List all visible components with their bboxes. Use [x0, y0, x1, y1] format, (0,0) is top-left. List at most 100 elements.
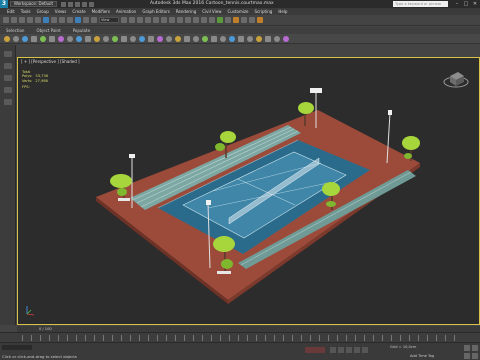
- redo-icon[interactable]: [11, 17, 17, 23]
- add-time-tag[interactable]: Add Time Tag: [410, 354, 434, 358]
- menu-group[interactable]: Group: [34, 9, 52, 14]
- light-icon[interactable]: [22, 35, 28, 42]
- pivot-center-icon[interactable]: [121, 17, 127, 23]
- clone-icon[interactable]: [202, 35, 208, 42]
- tennis-court-scene[interactable]: [18, 58, 480, 325]
- effects-icon[interactable]: [265, 35, 271, 42]
- keyboard-shortcut-icon[interactable]: [137, 17, 143, 23]
- align-icon[interactable]: [193, 17, 199, 23]
- menu-scripting[interactable]: Scripting: [252, 9, 276, 14]
- next-frame-icon[interactable]: [354, 347, 360, 353]
- go-to-end-icon[interactable]: [362, 347, 368, 353]
- render-icon[interactable]: [247, 35, 253, 42]
- zoom-all-icon[interactable]: [472, 345, 478, 351]
- timeline-track[interactable]: [0, 332, 480, 342]
- maximize-viewport-icon[interactable]: [472, 353, 478, 359]
- filter-icon[interactable]: [3, 75, 12, 81]
- play-icon[interactable]: [346, 347, 352, 353]
- cylinder-icon[interactable]: [13, 35, 19, 42]
- select-manipulate-icon[interactable]: [129, 17, 135, 23]
- undo-icon[interactable]: [3, 17, 9, 23]
- bind-space-warp-icon[interactable]: [35, 17, 41, 23]
- hide-icon[interactable]: [157, 35, 163, 42]
- save-file-icon[interactable]: [75, 1, 81, 7]
- app-logo-icon[interactable]: 3: [0, 0, 8, 8]
- open-file-icon[interactable]: [68, 1, 74, 7]
- link-icon[interactable]: [19, 17, 25, 23]
- scale-icon[interactable]: [91, 17, 97, 23]
- spacing-icon[interactable]: [193, 35, 199, 42]
- zoom-icon[interactable]: [464, 345, 470, 351]
- menu-edit[interactable]: Edit: [4, 9, 18, 14]
- motion-icon[interactable]: [112, 35, 118, 42]
- maximize-button[interactable]: □: [463, 1, 469, 7]
- move-icon[interactable]: [75, 17, 81, 23]
- rotate-icon[interactable]: [83, 17, 89, 23]
- snaps-toggle-icon[interactable]: [145, 17, 151, 23]
- menu-customize[interactable]: Customize: [225, 9, 252, 14]
- visibility-icon[interactable]: [3, 99, 12, 105]
- menu-rendering[interactable]: Rendering: [173, 9, 199, 14]
- previous-frame-icon[interactable]: [338, 347, 344, 353]
- shape-icon[interactable]: [67, 35, 73, 42]
- workspace-dropdown[interactable]: Workspace: Default: [10, 1, 58, 7]
- minimize-button[interactable]: –: [454, 1, 460, 7]
- snapshot-icon[interactable]: [175, 35, 181, 42]
- attach-icon[interactable]: [220, 35, 226, 42]
- environment-icon[interactable]: [256, 35, 262, 42]
- menu-views[interactable]: Views: [52, 9, 70, 14]
- preview-icon[interactable]: [283, 35, 289, 42]
- reference-coordinate-dropdown[interactable]: View: [99, 17, 119, 23]
- layer-explorer-icon[interactable]: [201, 17, 207, 23]
- auto-key-button[interactable]: [305, 347, 325, 353]
- menu-modifiers[interactable]: Modifiers: [89, 9, 113, 14]
- redo-icon[interactable]: [89, 1, 95, 7]
- tab-selection[interactable]: Selection: [6, 28, 24, 33]
- material-icon[interactable]: [229, 35, 235, 42]
- mirror-icon[interactable]: [185, 17, 191, 23]
- tab-populate[interactable]: Populate: [73, 28, 90, 33]
- sort-icon[interactable]: [3, 87, 12, 93]
- new-file-icon[interactable]: [61, 1, 67, 7]
- ribbon-toggle-icon[interactable]: [209, 17, 215, 23]
- scene-explorer-icon[interactable]: [3, 51, 12, 57]
- menu-animation[interactable]: Animation: [113, 9, 139, 14]
- material-editor-icon[interactable]: [233, 17, 239, 23]
- space-warp-icon[interactable]: [76, 35, 82, 42]
- schematic-view-icon[interactable]: [225, 17, 231, 23]
- isolate-icon[interactable]: [139, 35, 145, 42]
- view-cube[interactable]: [443, 72, 469, 88]
- search-input[interactable]: Type a keyword or phrase: [393, 1, 448, 7]
- maxscript-listener[interactable]: [2, 345, 32, 350]
- helper-icon[interactable]: [40, 35, 46, 42]
- selection-region-icon[interactable]: [59, 17, 65, 23]
- system-icon[interactable]: [85, 35, 91, 42]
- close-button[interactable]: ✕: [472, 1, 478, 7]
- orbit-icon[interactable]: [464, 353, 470, 359]
- camera-icon[interactable]: [31, 35, 37, 42]
- menu-tools[interactable]: Tools: [18, 9, 34, 14]
- menu-create[interactable]: Create: [69, 9, 88, 14]
- hierarchy-icon[interactable]: [103, 35, 109, 42]
- box-icon[interactable]: [49, 35, 55, 42]
- layer-icon[interactable]: [3, 63, 12, 69]
- render-setup-icon[interactable]: [241, 17, 247, 23]
- select-object-icon[interactable]: [43, 17, 49, 23]
- display-icon[interactable]: [121, 35, 127, 42]
- unhide-icon[interactable]: [166, 35, 172, 42]
- sphere-icon[interactable]: [4, 35, 10, 42]
- render-production-icon[interactable]: [257, 17, 263, 23]
- freeze-icon[interactable]: [148, 35, 154, 42]
- named-selection-icon[interactable]: [177, 17, 183, 23]
- percent-snap-icon[interactable]: [161, 17, 167, 23]
- gamma-icon[interactable]: [274, 35, 280, 42]
- group-icon[interactable]: [211, 35, 217, 42]
- spinner-snap-icon[interactable]: [169, 17, 175, 23]
- select-by-name-icon[interactable]: [51, 17, 57, 23]
- menu-graph-editors[interactable]: Graph Editors: [139, 9, 172, 14]
- rendered-frame-window-icon[interactable]: [249, 17, 255, 23]
- perspective-viewport[interactable]: [ + ] [Perspective ] [Shaded ] Total Pol…: [17, 57, 480, 325]
- window-crossing-icon[interactable]: [67, 17, 73, 23]
- tab-object-paint[interactable]: Object Paint: [36, 28, 60, 33]
- menu-help[interactable]: Help: [275, 9, 290, 14]
